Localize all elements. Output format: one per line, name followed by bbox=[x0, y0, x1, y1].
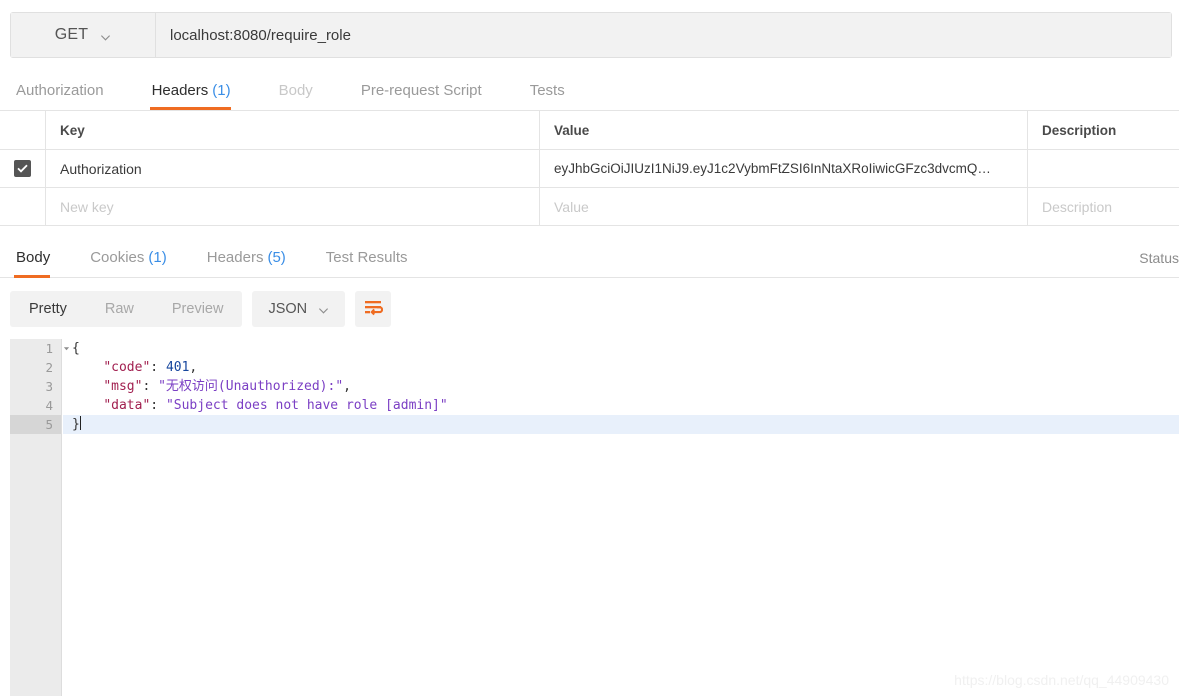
request-tab-label: Pre-request Script bbox=[360, 82, 482, 99]
code-line: "msg": "无权访问(Unauthorized):", bbox=[63, 377, 1179, 396]
headers-table: Key Value Description Authorization eyJh… bbox=[0, 110, 1179, 226]
editor-code-area[interactable]: { "code": 401, "msg": "无权访问(Unauthorized… bbox=[63, 339, 1179, 696]
response-tab-label: Test Results bbox=[325, 249, 408, 266]
gutter-line-number: 3 bbox=[10, 377, 61, 396]
header-description-input[interactable] bbox=[1028, 150, 1179, 187]
column-header-key: Key bbox=[46, 111, 540, 149]
response-tab-count: (5) bbox=[267, 249, 286, 266]
code-token: 401 bbox=[165, 360, 190, 375]
request-tab-tests[interactable]: Tests bbox=[528, 82, 583, 110]
code-token: , bbox=[189, 360, 198, 375]
response-tab-headers[interactable]: Headers (5) bbox=[205, 249, 300, 277]
request-url-bar: GET localhost:8080/require_role bbox=[10, 12, 1172, 58]
response-tab-count: (1) bbox=[148, 249, 167, 266]
view-mode-raw[interactable]: Raw bbox=[86, 291, 153, 327]
response-format-label: JSON bbox=[268, 301, 308, 317]
response-tab-label: Headers bbox=[206, 249, 264, 266]
gutter-line-number: 1 bbox=[10, 339, 69, 358]
table-row-new: New key Value Description bbox=[0, 188, 1179, 226]
line-number-text: 2 bbox=[45, 360, 53, 375]
request-tab-pre-request-script[interactable]: Pre-request Script bbox=[359, 82, 500, 110]
line-number-text: 5 bbox=[45, 417, 53, 432]
request-tab-count: (1) bbox=[212, 82, 231, 99]
code-line: } bbox=[63, 415, 1179, 434]
view-mode-pretty[interactable]: Pretty bbox=[10, 291, 86, 327]
view-mode-group: Pretty Raw Preview bbox=[10, 291, 243, 327]
code-token: : bbox=[150, 360, 166, 375]
chevron-down-icon bbox=[318, 304, 329, 315]
request-url-input[interactable]: localhost:8080/require_role bbox=[156, 13, 1171, 57]
response-tab-cookies[interactable]: Cookies (1) bbox=[88, 249, 181, 277]
http-method-label: GET bbox=[54, 26, 89, 43]
line-number-text: 1 bbox=[45, 341, 53, 356]
request-tab-body[interactable]: Body bbox=[277, 82, 331, 110]
http-method-select[interactable]: GET bbox=[11, 13, 156, 57]
code-token: "msg" bbox=[103, 379, 143, 394]
select-all-cell bbox=[0, 111, 46, 149]
new-header-value-input[interactable]: Value bbox=[540, 188, 1028, 225]
response-tab-test-results[interactable]: Test Results bbox=[324, 249, 422, 277]
code-token: : bbox=[150, 398, 166, 413]
line-number-text: 4 bbox=[45, 398, 53, 413]
code-token: { bbox=[72, 341, 80, 356]
response-body-editor[interactable]: 1 2 3 4 5 { "code": 401, "msg": "无权访问(Un… bbox=[10, 339, 1179, 696]
new-header-key-input[interactable]: New key bbox=[46, 188, 540, 225]
request-tab-label: Authorization bbox=[16, 82, 104, 99]
line-number-text: 3 bbox=[45, 379, 53, 394]
code-line: "code": 401, bbox=[63, 358, 1179, 377]
gutter-line-number: 4 bbox=[10, 396, 61, 415]
new-row-checkbox-cell bbox=[0, 188, 46, 225]
response-format-select[interactable]: JSON bbox=[252, 291, 346, 327]
code-token: } bbox=[72, 417, 80, 432]
text-caret bbox=[79, 416, 81, 430]
chevron-down-icon bbox=[100, 30, 111, 41]
word-wrap-button[interactable] bbox=[355, 291, 392, 327]
watermark-text: https://blog.csdn.net/qq_44909430 bbox=[954, 672, 1169, 688]
request-tab-label: Body bbox=[278, 82, 313, 99]
response-status-label: Status bbox=[1139, 250, 1179, 266]
request-tab-headers[interactable]: Headers (1) bbox=[149, 82, 249, 110]
view-mode-preview[interactable]: Preview bbox=[153, 291, 243, 327]
row-checkbox-cell bbox=[0, 150, 46, 187]
request-tabs: Authorization Headers (1) Body Pre-reques… bbox=[0, 70, 1179, 110]
word-wrap-icon bbox=[364, 300, 383, 319]
request-tab-authorization[interactable]: Authorization bbox=[14, 82, 122, 110]
header-value-input[interactable]: eyJhbGciOiJIUzI1NiJ9.eyJ1c2VybmFtZSI6InN… bbox=[540, 150, 1028, 187]
code-token: "data" bbox=[103, 398, 151, 413]
code-token: "code" bbox=[103, 360, 151, 375]
gutter-line-number: 5 bbox=[10, 415, 61, 434]
header-key-input[interactable]: Authorization bbox=[46, 150, 540, 187]
request-tab-label: Headers bbox=[151, 82, 209, 99]
code-token: , bbox=[343, 379, 351, 394]
code-line: "data": "Subject does not have role [adm… bbox=[63, 396, 1179, 415]
request-tab-label: Tests bbox=[529, 82, 565, 99]
response-body-toolbar: Pretty Raw Preview JSON bbox=[10, 291, 392, 327]
code-token: : bbox=[142, 379, 159, 394]
code-token: "无权访问(Unauthorized):" bbox=[158, 379, 344, 394]
code-token: "Subject does not have role [admin]" bbox=[165, 398, 448, 413]
gutter-line-number: 2 bbox=[10, 358, 61, 377]
table-header-row: Key Value Description bbox=[0, 111, 1179, 150]
column-header-value: Value bbox=[540, 111, 1028, 149]
header-enabled-checkbox[interactable] bbox=[14, 160, 31, 177]
header-value-text: eyJhbGciOiJIUzI1NiJ9.eyJ1c2VybmFtZSI6InN… bbox=[554, 161, 991, 176]
response-tab-body[interactable]: Body bbox=[14, 249, 64, 278]
response-tab-label: Body bbox=[16, 249, 51, 266]
response-tabs: Body Cookies (1) Headers (5) Test Results … bbox=[0, 234, 1179, 278]
table-row: Authorization eyJhbGciOiJIUzI1NiJ9.eyJ1c… bbox=[0, 150, 1179, 188]
new-header-description-input[interactable]: Description bbox=[1028, 188, 1179, 225]
response-tab-label: Cookies bbox=[90, 249, 145, 266]
column-header-description: Description bbox=[1042, 122, 1117, 138]
code-line: { bbox=[63, 339, 1179, 358]
editor-gutter: 1 2 3 4 5 bbox=[10, 339, 69, 696]
